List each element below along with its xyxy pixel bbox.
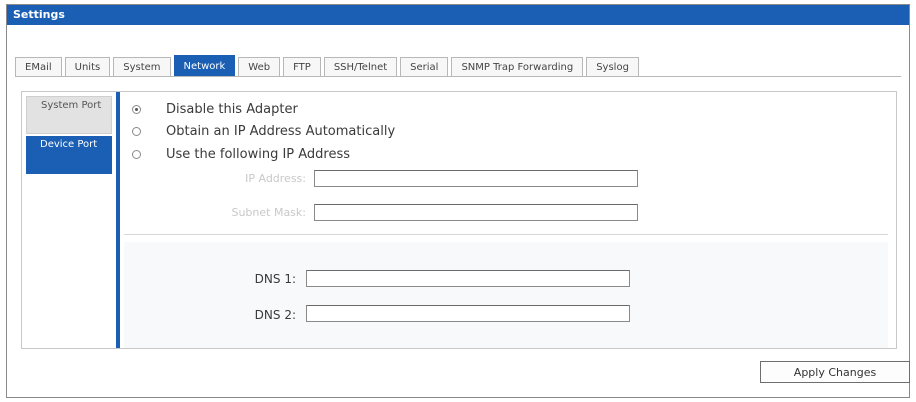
tab-web[interactable]: Web: [238, 57, 281, 77]
ip-settings-section: Disable this Adapter Obtain an IP Addres…: [124, 94, 888, 235]
port-subnav: System Port Device Port: [22, 92, 120, 348]
tab-serial[interactable]: Serial: [400, 57, 449, 77]
dns-section: DNS 1: DNS 2:: [124, 242, 888, 348]
tab-syslog[interactable]: Syslog: [586, 57, 639, 77]
network-panel: System Port Device Port Disable this Ada…: [21, 91, 897, 349]
dns2-input[interactable]: [306, 305, 630, 322]
subnav-item-device-port[interactable]: Device Port: [26, 136, 112, 174]
ip-address-label: IP Address:: [245, 172, 306, 185]
tab-ftp[interactable]: FTP: [283, 57, 321, 77]
dns1-label: DNS 1:: [254, 272, 296, 286]
dns2-label: DNS 2:: [254, 308, 296, 322]
apply-changes-button[interactable]: Apply Changes: [760, 361, 910, 383]
tab-ssh-telnet[interactable]: SSH/Telnet: [323, 57, 398, 77]
radio-use-static-ip-label: Use the following IP Address: [166, 146, 351, 162]
tab-units[interactable]: Units: [64, 57, 111, 77]
tab-snmp-trap-forwarding[interactable]: SNMP Trap Forwarding: [451, 57, 584, 77]
settings-window: Settings EMail Units System Network Web …: [6, 4, 910, 398]
ip-address-input[interactable]: [314, 170, 638, 187]
tab-network[interactable]: Network: [173, 55, 236, 77]
radio-use-static-ip-control[interactable]: [132, 149, 141, 159]
window-title: Settings: [7, 5, 909, 25]
subnet-mask-input[interactable]: [314, 204, 638, 221]
radio-disable-adapter-label: Disable this Adapter: [166, 101, 298, 117]
radio-obtain-ip-auto[interactable]: Obtain an IP Address Automatically: [132, 122, 395, 140]
radio-use-static-ip[interactable]: Use the following IP Address: [132, 145, 350, 163]
subnav-item-system-port[interactable]: System Port: [26, 96, 112, 134]
tab-email[interactable]: EMail: [15, 57, 62, 77]
tab-system[interactable]: System: [113, 57, 171, 77]
radio-disable-adapter[interactable]: Disable this Adapter: [132, 100, 298, 118]
dns1-input[interactable]: [306, 270, 630, 287]
tab-bar: EMail Units System Network Web FTP SSH/T…: [15, 53, 642, 77]
radio-obtain-ip-auto-control[interactable]: [132, 126, 141, 136]
tab-divider: [15, 76, 901, 77]
subnet-mask-label: Subnet Mask:: [231, 206, 306, 219]
radio-obtain-ip-auto-label: Obtain an IP Address Automatically: [166, 123, 396, 139]
radio-disable-adapter-control[interactable]: [132, 104, 141, 114]
adapter-settings: Disable this Adapter Obtain an IP Addres…: [124, 92, 894, 348]
